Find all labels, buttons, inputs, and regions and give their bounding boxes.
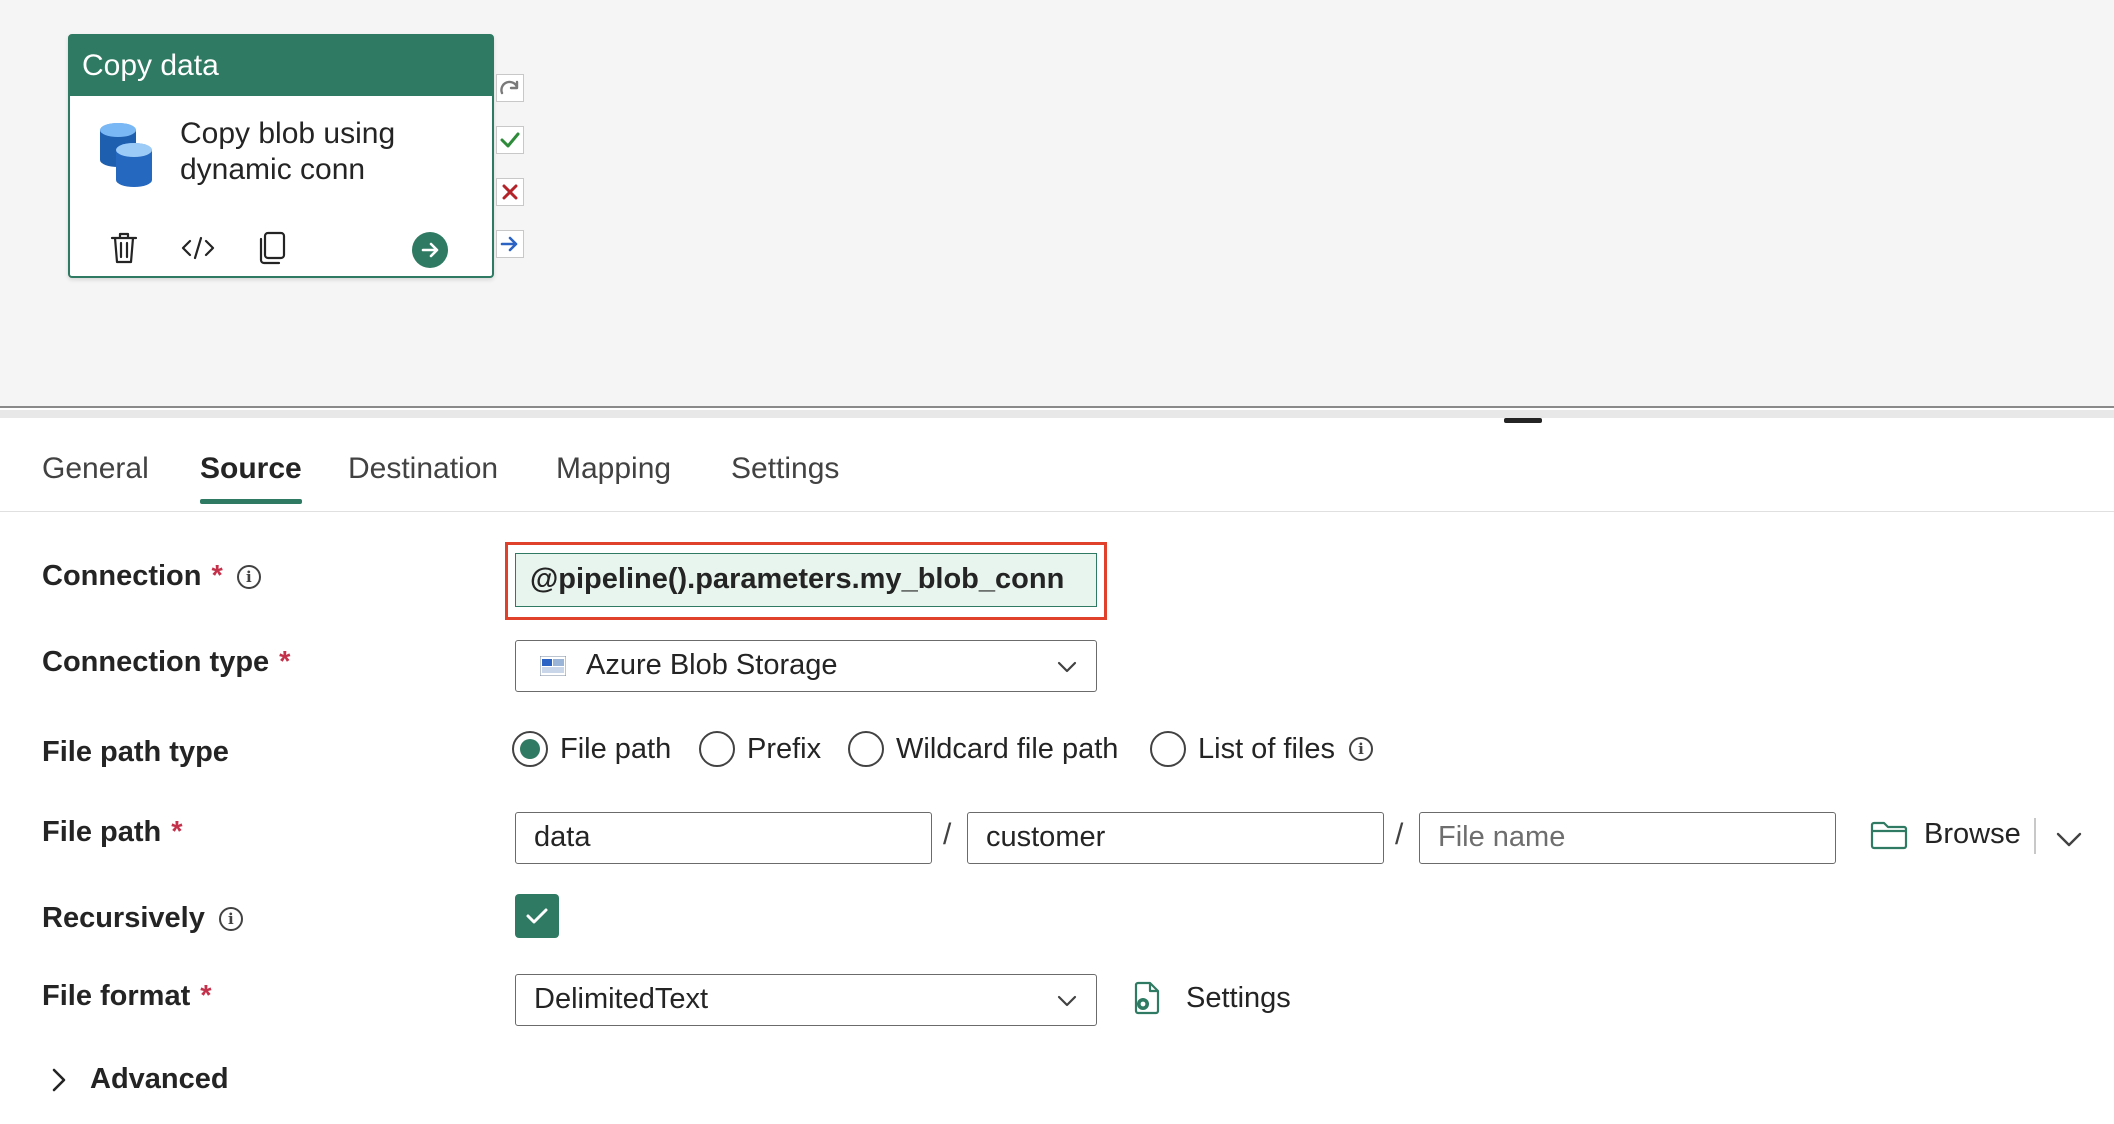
container-input[interactable]: data [515,812,932,864]
trash-icon [110,232,138,264]
advanced-expander[interactable]: Advanced [48,1063,229,1096]
radio-prefix[interactable]: Prefix [699,731,821,767]
chevron-down-icon [1057,995,1077,1007]
panel-resize-handle[interactable] [1504,418,1542,423]
skip-arrow-icon [500,80,519,95]
copy-icon [259,231,286,265]
path-separator: / [1395,818,1404,851]
blob-storage-icon [540,656,566,676]
file-name-input[interactable]: File name [1419,812,1836,864]
radio-selected-dot [520,739,540,759]
recursively-label-row: Recursively i [42,902,243,935]
copy-activity-button[interactable] [252,228,292,268]
checkmark-icon [526,908,548,924]
activity-name: Copy blob using dynamic conn [180,117,396,186]
chevron-right-icon [52,1068,66,1091]
required-marker: * [171,816,183,848]
file-path-type-label-row: File path type [42,736,229,769]
info-icon[interactable]: i [1349,737,1373,761]
tab-destination[interactable]: Destination [348,452,498,504]
required-marker: * [279,646,291,678]
chevron-down-icon [1057,661,1077,673]
path-separator: / [943,818,952,851]
on-failure-handle[interactable] [496,178,524,206]
browse-divider [2034,818,2036,854]
on-completion-handle[interactable] [496,230,524,258]
on-success-handle[interactable] [496,126,524,154]
file-path-label: File path [42,816,162,848]
cross-icon [502,184,518,200]
arrow-right-icon [421,242,439,258]
view-code-button[interactable] [178,228,218,268]
directory-input[interactable]: customer [967,812,1384,864]
browse-button[interactable]: Browse [1870,818,2021,851]
file-format-label-row: File format * [42,980,212,1013]
document-settings-icon [1134,981,1160,1015]
arrow-right-icon [500,236,518,252]
properties-tabs: General Source Destination Mapping Setti… [0,430,2114,512]
file-format-select[interactable]: DelimitedText [515,974,1097,1026]
checkmark-icon [500,132,520,148]
file-format-label: File format [42,980,191,1012]
connection-type-label: Connection type [42,646,270,678]
advanced-label: Advanced [90,1063,229,1095]
info-icon[interactable]: i [236,564,261,589]
tab-general[interactable]: General [42,452,149,504]
required-marker: * [200,980,212,1012]
code-icon [181,236,215,260]
connection-label: Connection [42,560,202,592]
file-format-settings-label: Settings [1186,981,1291,1014]
on-skip-handle[interactable] [496,74,524,102]
required-marker: * [211,560,223,592]
connection-dynamic-content-input[interactable]: @pipeline().parameters.my_blob_conn [515,553,1097,607]
copy-data-activity[interactable]: Copy data Copy blob using dynamic conn [68,34,494,278]
tab-source[interactable]: Source [200,452,302,504]
database-icon [100,123,152,187]
file-path-type-label: File path type [42,736,229,768]
pipeline-canvas[interactable]: Copy data Copy blob using dynamic conn [0,0,2114,408]
radio-wildcard-file-path[interactable]: Wildcard file path [848,731,1118,767]
connection-type-label-row: Connection type * [42,646,290,679]
file-format-settings-button[interactable]: Settings [1130,980,1291,1016]
recursively-label: Recursively [42,902,205,934]
chevron-down-icon[interactable] [2054,824,2084,854]
delete-activity-button[interactable] [104,228,144,268]
activity-run-button[interactable] [412,232,448,268]
info-icon[interactable]: i [218,906,243,931]
file-path-label-row: File path * [42,816,183,849]
file-format-value: DelimitedText [534,983,709,1015]
tab-settings[interactable]: Settings [731,452,839,504]
panel-divider [0,410,2114,418]
tab-mapping[interactable]: Mapping [556,452,671,504]
browse-label: Browse [1924,818,2021,850]
connection-type-value: Azure Blob Storage [586,649,838,681]
recursively-checkbox[interactable] [515,894,559,938]
radio-list-of-files[interactable]: List of files i [1150,731,1373,767]
connection-type-select[interactable]: Azure Blob Storage [515,640,1097,692]
connection-label-row: Connection * i [42,560,261,593]
activity-type-label: Copy data [70,36,492,96]
radio-file-path[interactable]: File path [512,731,671,767]
folder-icon [1870,821,1908,849]
